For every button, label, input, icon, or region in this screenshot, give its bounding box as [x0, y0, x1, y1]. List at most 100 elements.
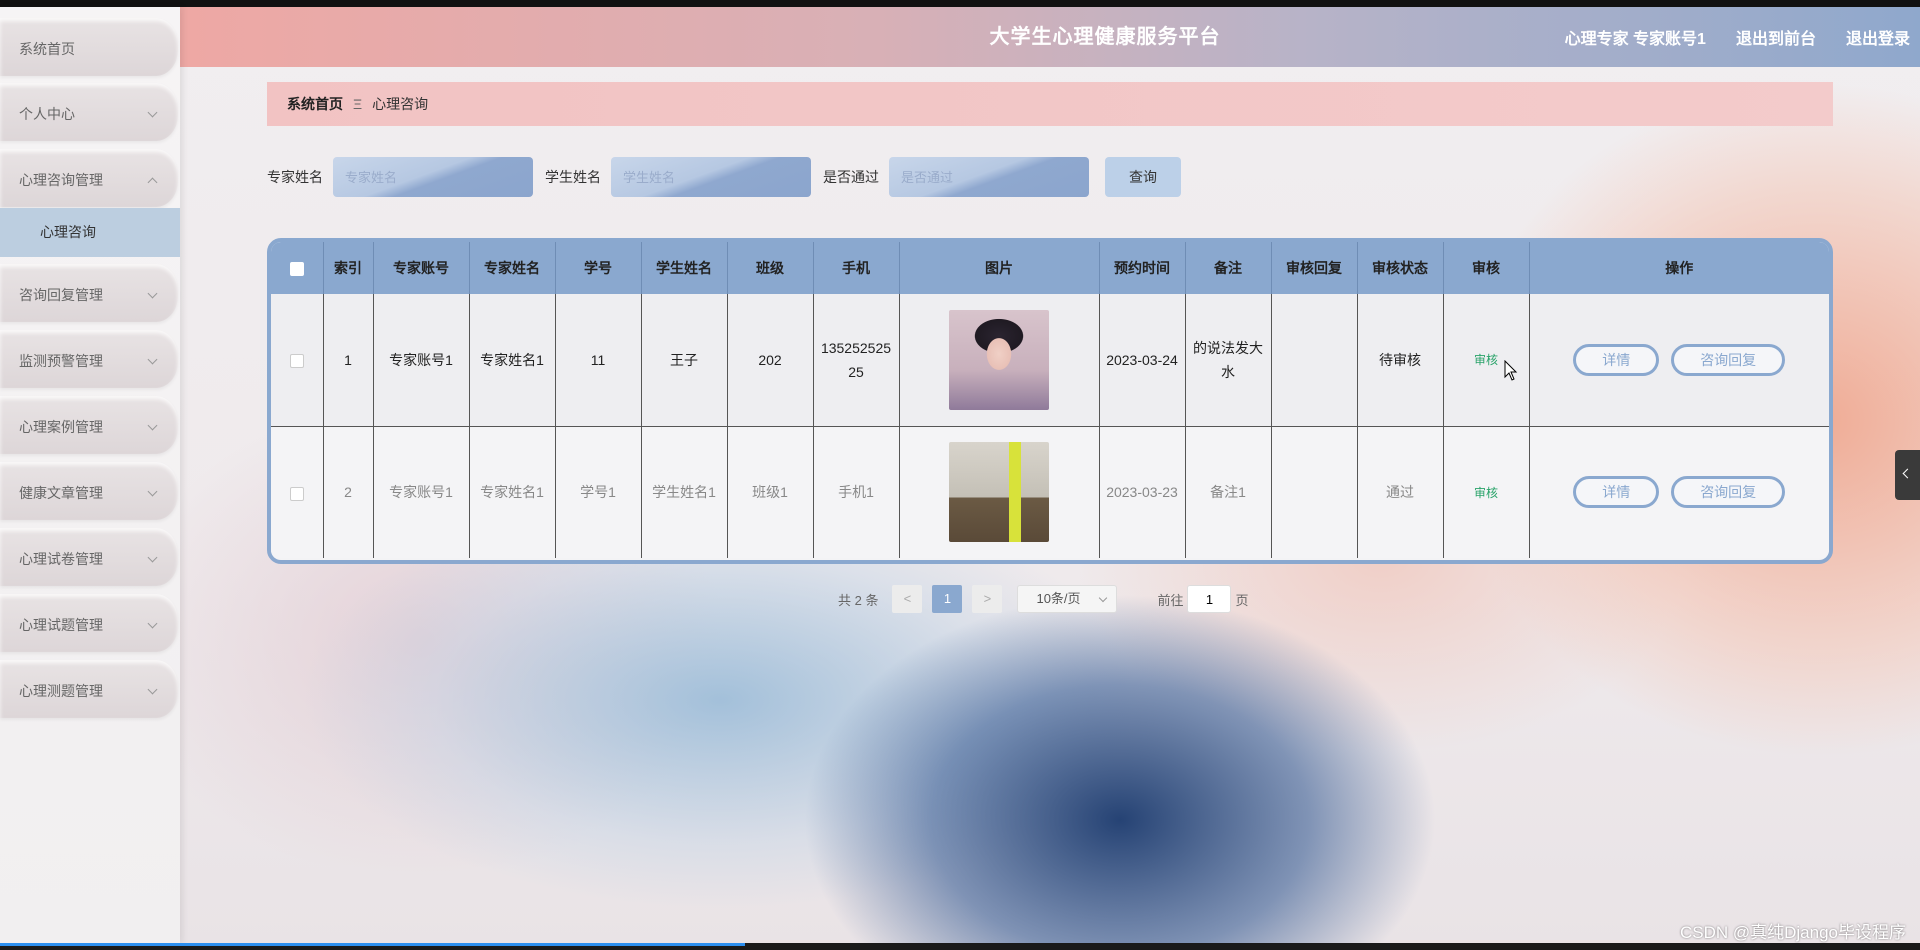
sidebar-item-consult-management[interactable]: 心理咨询管理	[0, 149, 178, 207]
expert-name-cell: 专家姓名1	[469, 426, 556, 558]
column-header: 索引	[323, 242, 374, 294]
column-header: 备注	[1185, 242, 1272, 294]
status-cell: 通过	[1357, 426, 1444, 558]
sidebar-item-reply-management[interactable]: 咨询回复管理	[0, 264, 178, 322]
note-cell: 备注1	[1185, 426, 1272, 558]
chevron-down-icon	[147, 684, 158, 695]
audit-cell: 审核	[1443, 426, 1530, 558]
breadcrumb-home[interactable]: 系统首页	[287, 94, 343, 114]
expert-account-cell: 专家账号1	[373, 294, 470, 427]
column-header: 学生姓名	[641, 242, 728, 294]
sidebar-item-case-management[interactable]: 心理案例管理	[0, 396, 178, 454]
column-header: 手机	[813, 242, 900, 294]
index-cell: 2	[323, 426, 374, 558]
student-name-input[interactable]	[611, 157, 811, 197]
sidebar-item-question-management[interactable]: 心理试题管理	[0, 594, 178, 652]
class-cell: 班级1	[727, 426, 814, 558]
sidebar-item-label: 个人中心	[19, 106, 75, 122]
detail-button[interactable]: 详情	[1573, 476, 1660, 509]
sidebar-item-label: 心理案例管理	[19, 419, 103, 435]
column-header: 专家账号	[373, 242, 470, 294]
goto-page-input[interactable]	[1187, 585, 1232, 613]
student-name-cell: 学生姓名1	[641, 426, 728, 558]
sidebar-item-label: 心理咨询管理	[19, 172, 103, 188]
column-header: 预约时间	[1099, 242, 1186, 294]
sidebar-item-label: 健康文章管理	[19, 485, 103, 501]
sidebar-item-home[interactable]: 系统首页	[0, 18, 178, 76]
sidebar-item-warning-management[interactable]: 监测预警管理	[0, 330, 178, 388]
sidebar-item-label: 监测预警管理	[19, 353, 103, 369]
actions-cell: 详情 咨询回复	[1529, 294, 1829, 427]
prev-page-button[interactable]: <	[892, 585, 923, 613]
expert-name-input[interactable]	[333, 157, 533, 197]
sidebar-item-label: 心理测题管理	[19, 683, 103, 699]
sidebar-item-label: 心理试卷管理	[19, 551, 103, 567]
side-collapse-tab[interactable]	[1895, 450, 1920, 500]
goto-label: 前往	[1157, 592, 1184, 608]
time-cell: 2023-03-23	[1099, 426, 1186, 558]
exit-to-front-link[interactable]: 退出到前台	[1736, 25, 1816, 49]
select-all-checkbox[interactable]	[289, 262, 304, 277]
status-cell: 待审核	[1357, 294, 1444, 427]
detail-button[interactable]: 详情	[1573, 343, 1660, 376]
watermark: CSDN @真纯Django毕设程序	[1679, 923, 1906, 942]
row-checkbox[interactable]	[289, 354, 304, 369]
pass-input[interactable]	[889, 157, 1089, 197]
column-header: 审核状态	[1357, 242, 1444, 294]
expert-account-cell: 专家账号1	[373, 426, 470, 558]
chevron-down-icon	[147, 107, 158, 118]
sidebar-item-label: 心理试题管理	[19, 617, 103, 633]
query-button[interactable]: 查询	[1105, 157, 1181, 197]
student-id-cell: 学号1	[555, 426, 642, 558]
time-cell: 2023-03-24	[1099, 294, 1186, 427]
audit-link[interactable]: 审核	[1474, 353, 1498, 367]
row-select-cell	[271, 294, 324, 427]
person-photo[interactable]	[949, 309, 1049, 410]
audit-link[interactable]: 审核	[1474, 486, 1498, 500]
page-size-select[interactable]: 10条/页	[1017, 585, 1118, 613]
video-progress-bar	[0, 943, 745, 946]
row-checkbox[interactable]	[289, 486, 304, 501]
sidebar-item-test-management[interactable]: 心理测题管理	[0, 660, 178, 718]
chevron-left-icon	[1902, 468, 1913, 479]
phone-cell: 13525252525	[813, 294, 900, 427]
consult-reply-button[interactable]: 咨询回复	[1671, 343, 1786, 376]
reply-cell	[1271, 294, 1358, 427]
sidebar-subitem-consult[interactable]: 心理咨询	[0, 208, 180, 257]
chevron-down-icon	[147, 486, 158, 497]
table-row: 2 专家账号1 专家姓名1 学号1 学生姓名1 班级1 手机1 2023-03-…	[271, 426, 1829, 558]
table-header-row: 索引 专家账号 专家姓名 学号 学生姓名 班级 手机 图片 预约时间 备注 审核…	[271, 242, 1829, 294]
row-select-cell	[271, 426, 324, 558]
page-suffix: 页	[1235, 592, 1249, 608]
page-number-1[interactable]: 1	[932, 585, 963, 613]
breadcrumb: 系统首页 Ξ 心理咨询	[267, 82, 1833, 126]
breadcrumb-separator: Ξ	[353, 96, 363, 112]
consult-reply-button[interactable]: 咨询回复	[1671, 476, 1786, 509]
room-photo[interactable]	[949, 442, 1049, 543]
column-header: 班级	[727, 242, 814, 294]
reply-cell	[1271, 426, 1358, 558]
sidebar-item-personal-center[interactable]: 个人中心	[0, 83, 178, 141]
sidebar: 系统首页 个人中心 心理咨询管理 心理咨询 咨询回复管理 监测预警管理 心理案例…	[0, 7, 180, 943]
column-header: 审核	[1443, 242, 1530, 294]
phone-cell: 手机1	[813, 426, 900, 558]
image-cell	[899, 426, 1100, 558]
index-cell: 1	[323, 294, 374, 427]
chevron-down-icon	[1099, 593, 1108, 603]
class-cell: 202	[727, 294, 814, 427]
sidebar-item-label: 咨询回复管理	[19, 287, 103, 303]
sidebar-item-paper-management[interactable]: 心理试卷管理	[0, 528, 178, 586]
column-header: 学号	[555, 242, 642, 294]
next-page-button[interactable]: >	[972, 585, 1003, 613]
logout-link[interactable]: 退出登录	[1846, 25, 1910, 49]
chevron-down-icon	[147, 288, 158, 299]
header-actions: 心理专家 专家账号1 退出到前台 退出登录	[1565, 7, 1910, 67]
chevron-down-icon	[147, 420, 158, 431]
page-size-value: 10条/页	[1036, 591, 1081, 606]
column-header: 专家姓名	[469, 242, 556, 294]
chevron-down-icon	[147, 354, 158, 365]
student-id-cell: 11	[555, 294, 642, 427]
sidebar-item-article-management[interactable]: 健康文章管理	[0, 462, 178, 520]
header: 大学生心理健康服务平台 心理专家 专家账号1 退出到前台 退出登录	[180, 7, 1920, 67]
chevron-down-icon	[147, 552, 158, 563]
